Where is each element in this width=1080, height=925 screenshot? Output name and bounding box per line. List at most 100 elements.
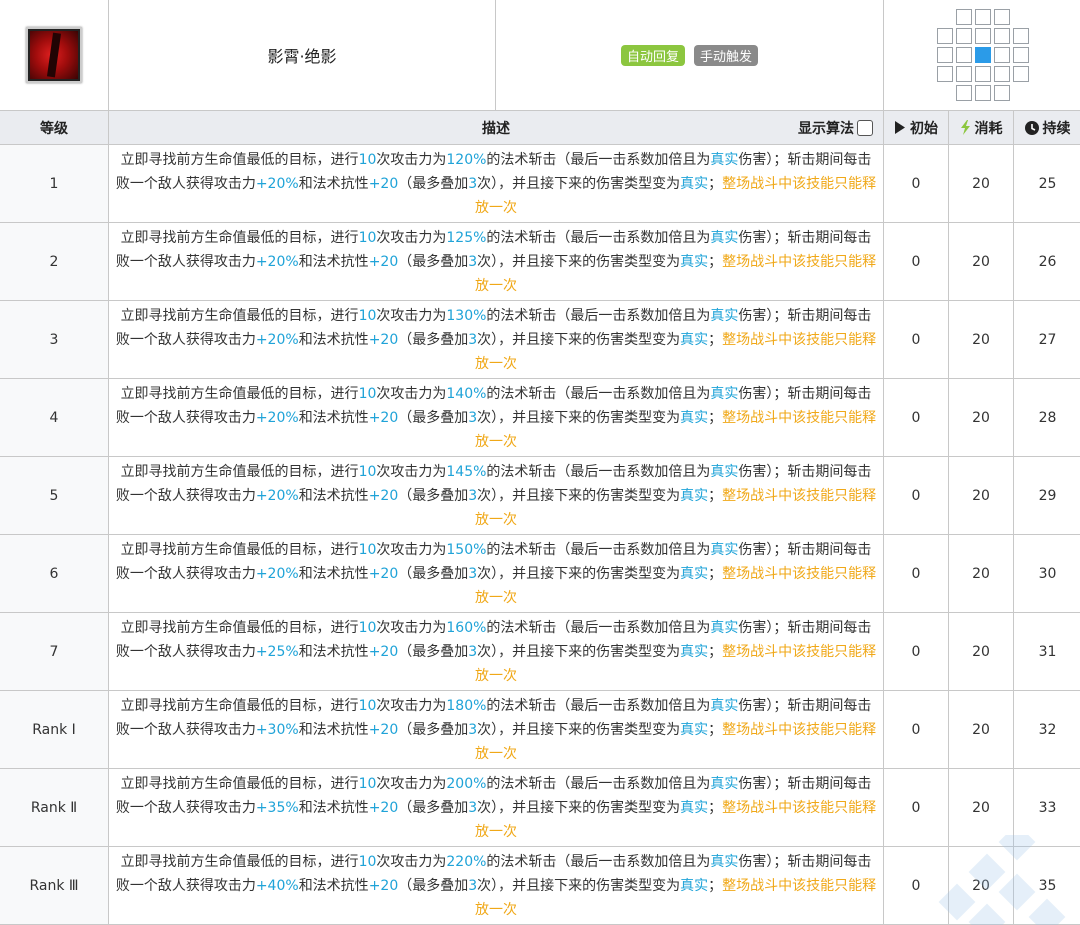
range-tile [936,66,953,82]
duration-cell: 25 [1013,144,1080,223]
skill-name: 影霄·绝影 [267,47,337,66]
cost-header-label: 消耗 [974,120,1003,137]
level-cell: 7 [0,612,109,691]
description-cell: 立即寻找前方生命值最低的目标，进行10次攻击力为200%的法术斩击（最后一击系数… [108,768,884,847]
level-cell: Rank Ⅰ [0,690,109,769]
description-cell: 立即寻找前方生命值最低的目标，进行10次攻击力为130%的法术斩击（最后一击系数… [108,300,884,379]
description-text: 立即寻找前方生命值最低的目标，进行10次攻击力为145%的法术斩击（最后一击系数… [115,463,877,528]
desc-header: 描述 显示算法 [108,110,884,145]
initial-sp-cell: 0 [883,378,949,457]
description-cell: 立即寻找前方生命值最低的目标，进行10次攻击力为150%的法术斩击（最后一击系数… [108,534,884,613]
range-tile [936,47,953,63]
range-tile [955,85,972,101]
range-empty [1013,9,1027,23]
sp-cost-cell: 20 [948,378,1014,457]
sp-cost-cell: 20 [948,456,1014,535]
range-tile [993,9,1010,25]
range-tile [1012,66,1029,82]
duration-cell: 26 [1013,222,1080,301]
duration-cell: 28 [1013,378,1080,457]
description-text: 立即寻找前方生命值最低的目标，进行10次攻击力为140%的法术斩击（最后一击系数… [115,385,877,450]
sp-cost-cell: 20 [948,300,1014,379]
table-row: 7 立即寻找前方生命值最低的目标，进行10次攻击力为160%的法术斩击（最后一击系… [0,612,1080,691]
range-tile [993,66,1010,82]
range-tile [993,85,1010,101]
description-text: 立即寻找前方生命值最低的目标，进行10次攻击力为180%的法术斩击（最后一击系数… [115,697,877,762]
description-cell: 立即寻找前方生命值最低的目标，进行10次攻击力为140%的法术斩击（最后一击系数… [108,378,884,457]
initial-sp-cell: 0 [883,534,949,613]
level-cell: 4 [0,378,109,457]
table-row: 2 立即寻找前方生命值最低的目标，进行10次攻击力为125%的法术斩击（最后一击系… [0,222,1080,301]
range-tile [974,28,991,44]
range-tile [993,28,1010,44]
table-row: 6 立即寻找前方生命值最低的目标，进行10次攻击力为150%的法术斩击（最后一击系… [0,534,1080,613]
initial-sp-cell: 0 [883,144,949,223]
description-text: 立即寻找前方生命值最低的目标，进行10次攻击力为130%的法术斩击（最后一击系数… [115,307,877,372]
duration-cell: 31 [1013,612,1080,691]
description-text: 立即寻找前方生命值最低的目标，进行10次攻击力为150%的法术斩击（最后一击系数… [115,541,877,606]
duration-cell: 35 [1013,846,1080,925]
sp-cost-cell: 20 [948,846,1014,925]
range-tile [955,66,972,82]
range-tile [1012,28,1029,44]
duration-cell: 30 [1013,534,1080,613]
skill-icon-cell [0,0,109,111]
skill-icon [26,27,82,83]
clock-icon [1024,120,1039,135]
show-algo-label: 显示算法 [798,121,854,137]
show-algo-checkbox[interactable] [857,120,873,136]
range-tile [974,9,991,25]
initial-sp-cell: 0 [883,612,949,691]
level-cell: Rank Ⅱ [0,768,109,847]
range-tile [993,47,1010,63]
range-tile [936,28,953,44]
table-row: Rank Ⅲ 立即寻找前方生命值最低的目标，进行10次攻击力为220%的法术斩击（… [0,846,1080,925]
description-text: 立即寻找前方生命值最低的目标，进行10次攻击力为125%的法术斩击（最后一击系数… [115,229,877,294]
range-empty [937,9,951,23]
duration-cell: 29 [1013,456,1080,535]
show-algo-toggle[interactable]: 显示算法 [798,118,873,138]
play-icon [895,121,905,134]
description-cell: 立即寻找前方生命值最低的目标，进行10次攻击力为125%的法术斩击（最后一击系数… [108,222,884,301]
initial-sp-cell: 0 [883,300,949,379]
table-row: 5 立即寻找前方生命值最低的目标，进行10次攻击力为145%的法术斩击（最后一击系… [0,456,1080,535]
duration-cell: 33 [1013,768,1080,847]
range-empty [937,85,951,99]
description-cell: 立即寻找前方生命值最低的目标，进行10次攻击力为220%的法术斩击（最后一击系数… [108,846,884,925]
duration-header: 持续 [1013,110,1080,145]
range-self-tile [974,47,991,63]
level-header: 等级 [0,110,109,145]
sp-cost-cell: 20 [948,612,1014,691]
level-cell: 1 [0,144,109,223]
table-row: 4 立即寻找前方生命值最低的目标，进行10次攻击力为140%的法术斩击（最后一击系… [0,378,1080,457]
description-cell: 立即寻找前方生命值最低的目标，进行10次攻击力为145%的法术斩击（最后一击系数… [108,456,884,535]
range-tile [1012,47,1029,63]
sp-cost-cell: 20 [948,222,1014,301]
skill-table: 影霄·绝影 自动回复 手动触发 等级 描述 显示算法 初始 消耗 持续 1 立即… [0,0,1080,925]
recovery-type-badge: 自动回复 [620,44,685,66]
cost-header: 消耗 [948,110,1014,145]
duration-header-label: 持续 [1042,120,1071,137]
description-text: 立即寻找前方生命值最低的目标，进行10次攻击力为160%的法术斩击（最后一击系数… [115,619,877,684]
table-row: 3 立即寻找前方生命值最低的目标，进行10次攻击力为130%的法术斩击（最后一击系… [0,300,1080,379]
initial-sp-cell: 0 [883,846,949,925]
description-cell: 立即寻找前方生命值最低的目标，进行10次攻击力为120%的法术斩击（最后一击系数… [108,144,884,223]
sp-cost-cell: 20 [948,690,1014,769]
table-row: Rank Ⅰ 立即寻找前方生命值最低的目标，进行10次攻击力为180%的法术斩击（… [0,690,1080,769]
range-tile [955,28,972,44]
description-text: 立即寻找前方生命值最低的目标，进行10次攻击力为200%的法术斩击（最后一击系数… [115,775,877,840]
level-cell: 6 [0,534,109,613]
sp-cost-cell: 20 [948,144,1014,223]
level-cell: Rank Ⅲ [0,846,109,925]
level-cell: 2 [0,222,109,301]
initial-sp-cell: 0 [883,690,949,769]
description-cell: 立即寻找前方生命值最低的目标，进行10次攻击力为160%的法术斩击（最后一击系数… [108,612,884,691]
description-text: 立即寻找前方生命值最低的目标，进行10次攻击力为220%的法术斩击（最后一击系数… [115,853,877,918]
initial-sp-cell: 0 [883,456,949,535]
description-text: 立即寻找前方生命值最低的目标，进行10次攻击力为120%的法术斩击（最后一击系数… [115,151,877,216]
initial-header-label: 初始 [910,120,938,137]
range-tile [974,66,991,82]
trigger-type-badge: 手动触发 [694,44,759,66]
skill-name-cell: 影霄·绝影 [108,0,496,111]
lightning-icon [960,120,970,135]
